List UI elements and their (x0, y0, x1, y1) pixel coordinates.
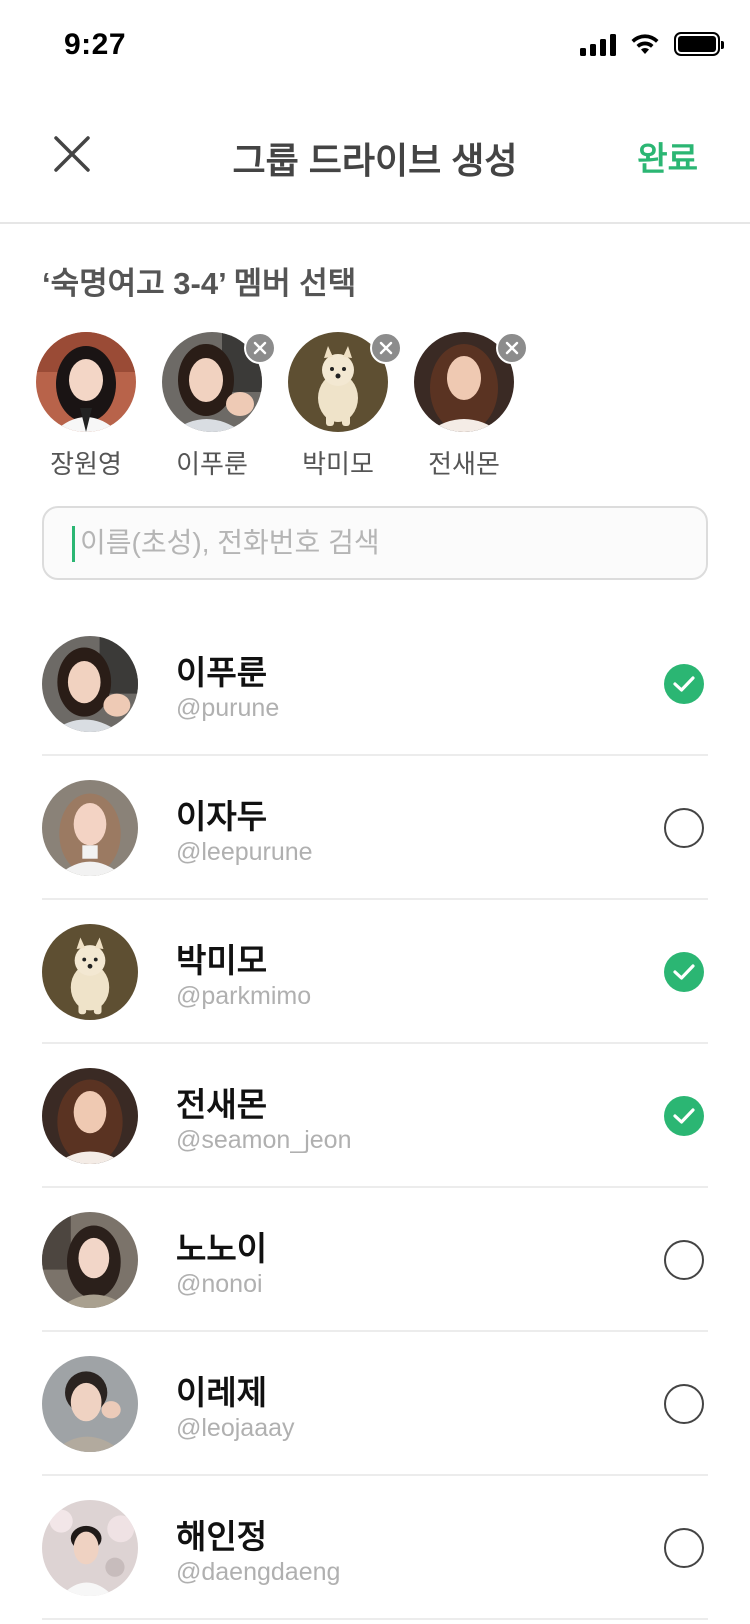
check-icon (673, 1108, 695, 1124)
selected-member: 이푸룬 (162, 332, 276, 481)
close-icon (379, 341, 393, 355)
selected-member: 장원영 (36, 332, 136, 481)
section-title: ‘숙명여고 3-4’ 멤버 선택 (42, 266, 357, 301)
search-input[interactable] (80, 508, 680, 578)
list-item[interactable]: 노노이 @nonoi (42, 1188, 708, 1332)
list-item[interactable]: 박미모 @parkmimo (42, 900, 708, 1044)
list-item[interactable]: 이푸룬 @purune (42, 612, 708, 756)
member-handle: @leepurune (176, 838, 313, 866)
member-handle: @nonoi (176, 1270, 263, 1298)
checkbox-checked[interactable] (664, 1096, 704, 1136)
text-cursor (72, 526, 75, 562)
check-icon (673, 676, 695, 692)
avatar (42, 924, 138, 1020)
selected-members: 장원영 이푸룬 박미모 전새몬 (36, 332, 528, 481)
battery-icon (674, 32, 724, 56)
checkbox-unchecked[interactable] (664, 1384, 704, 1424)
member-handle: @seamon_jeon (176, 1126, 352, 1154)
list-item[interactable]: 전새몬 @seamon_jeon (42, 1044, 708, 1188)
avatar (42, 1500, 138, 1596)
member-name: 해인정 (176, 1518, 268, 1555)
checkbox-checked[interactable] (664, 664, 704, 704)
status-time: 9:27 (64, 28, 127, 61)
search-box[interactable] (42, 506, 708, 580)
header: 그룹 드라이브 생성 완료 (0, 100, 750, 224)
member-handle: @daengdaeng (176, 1558, 341, 1586)
check-icon (673, 964, 695, 980)
avatar (36, 332, 136, 432)
checkbox-unchecked[interactable] (664, 1528, 704, 1568)
member-list: 이푸룬 @purune 이자두 @leepurune 박미모 @parkmimo… (42, 612, 708, 1620)
member-name: 이자두 (176, 798, 268, 835)
avatar (42, 1212, 138, 1308)
remove-member-button[interactable] (370, 332, 402, 364)
list-item[interactable]: 해인정 @daengdaeng (42, 1476, 708, 1620)
selected-member-name: 박미모 (302, 449, 374, 479)
status-icons (580, 32, 724, 56)
avatar (42, 1356, 138, 1452)
member-name: 이푸룬 (176, 654, 268, 691)
member-name: 박미모 (176, 942, 268, 979)
status-bar: 9:27 (0, 0, 750, 92)
member-handle: @purune (176, 694, 280, 722)
checkbox-unchecked[interactable] (664, 1240, 704, 1280)
remove-member-button[interactable] (496, 332, 528, 364)
close-icon (253, 341, 267, 355)
member-name: 이레제 (176, 1374, 268, 1411)
member-name: 전새몬 (176, 1086, 268, 1123)
remove-member-button[interactable] (244, 332, 276, 364)
selected-member-name: 이푸룬 (176, 449, 248, 479)
avatar (42, 1068, 138, 1164)
close-icon (505, 341, 519, 355)
list-item[interactable]: 이레제 @leojaaay (42, 1332, 708, 1476)
selected-member: 박미모 (288, 332, 402, 481)
avatar (42, 780, 138, 876)
selected-member: 전새몬 (414, 332, 528, 481)
done-button[interactable]: 완료 (637, 132, 698, 180)
selected-member-name: 장원영 (50, 449, 122, 479)
member-name: 노노이 (176, 1230, 268, 1267)
member-handle: @parkmimo (176, 982, 312, 1010)
member-handle: @leojaaay (176, 1414, 295, 1442)
checkbox-checked[interactable] (664, 952, 704, 992)
wifi-icon (631, 34, 659, 54)
cellular-signal-icon (580, 32, 616, 56)
avatar (42, 636, 138, 732)
selected-member-name: 전새몬 (428, 449, 500, 479)
checkbox-unchecked[interactable] (664, 808, 704, 848)
list-item[interactable]: 이자두 @leepurune (42, 756, 708, 900)
